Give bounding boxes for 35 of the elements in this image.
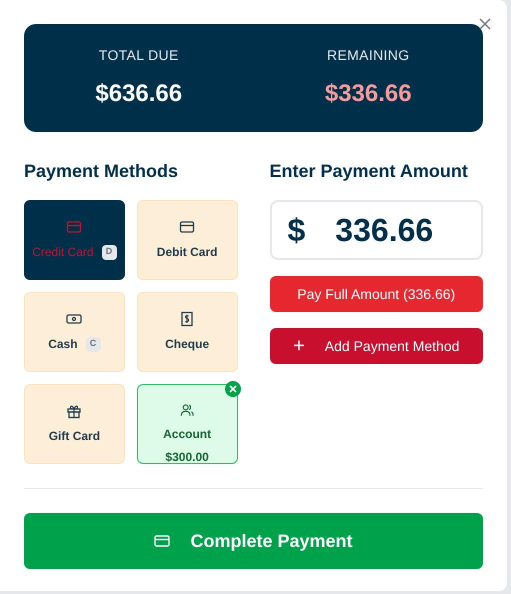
summary-label: REMAINING — [327, 46, 410, 64]
payment-method-tile[interactable]: Gift Card — [24, 384, 125, 464]
users-icon — [179, 403, 196, 417]
section-heading: Payment Methods — [24, 160, 180, 182]
method-label: Gift Card — [48, 428, 100, 445]
method-label: Debit Card — [156, 244, 218, 261]
pay-full-button[interactable]: Pay Full Amount (336.66) — [270, 276, 483, 312]
add-payment-method-button[interactable]: + Add Payment Method — [270, 328, 483, 364]
payment-method-tile[interactable]: Credit Card D — [24, 200, 125, 280]
close-button[interactable] — [478, 17, 492, 31]
method-label: Cheque — [165, 336, 210, 353]
close-icon — [479, 18, 491, 30]
payment-method-tile[interactable]: Cash C — [24, 292, 125, 372]
receipt-icon — [179, 311, 196, 327]
currency-symbol: $ — [288, 211, 306, 250]
card-icon — [154, 535, 170, 547]
amount-value: 336.66 — [335, 211, 434, 250]
card-icon — [179, 219, 196, 235]
shortcut-key: C — [86, 336, 101, 352]
method-label: Credit Card — [32, 244, 94, 261]
method-amount: $300.00 — [165, 451, 209, 463]
method-label: Cash — [48, 336, 78, 353]
card-icon — [66, 219, 82, 235]
payment-method-tile[interactable]: Debit Card — [136, 200, 238, 280]
plus-icon: + — [293, 336, 305, 356]
section-heading: Enter Payment Amount — [270, 160, 469, 182]
method-label: Account — [163, 426, 212, 443]
summary-label: TOTAL DUE — [98, 46, 179, 64]
summary-amount: $636.66 — [95, 78, 182, 108]
payment-method-tile[interactable]: Cheque — [136, 292, 238, 372]
amount-field[interactable]: $ 336.66 — [270, 200, 483, 260]
shortcut-key: D — [102, 244, 117, 260]
remove-icon[interactable] — [224, 381, 240, 397]
gift-icon — [66, 403, 82, 419]
summary-amount: $336.66 — [324, 78, 412, 108]
